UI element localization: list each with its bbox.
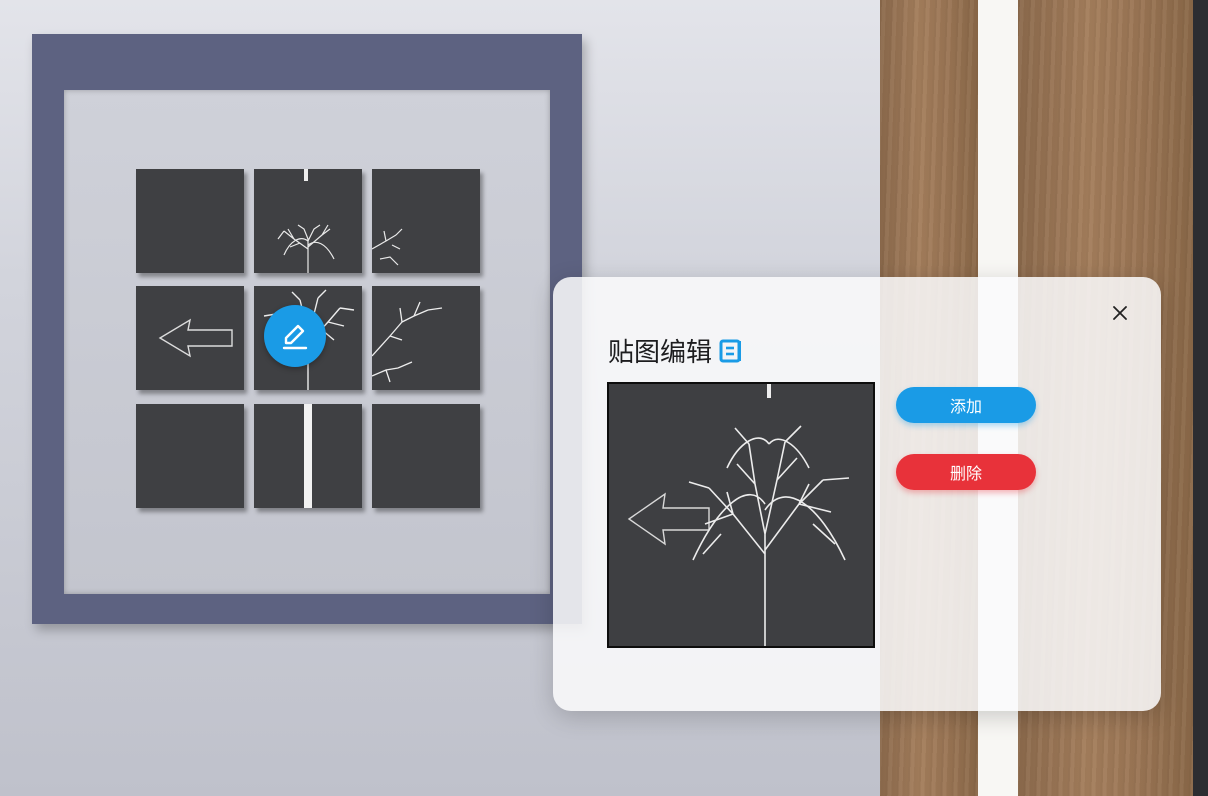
sticker-edit-panel: 贴图编辑 添加 删除 [553,277,1161,711]
tile[interactable] [136,286,244,390]
tile[interactable] [254,404,362,508]
document-icon [719,339,742,362]
tile[interactable] [372,286,480,390]
tree-preview-image [627,384,850,646]
delete-button-label: 删除 [949,464,982,483]
tree-image [372,301,443,383]
pencil-icon [282,324,308,350]
tile[interactable] [372,169,480,273]
add-button[interactable]: 添加 [896,387,1036,423]
tile[interactable] [372,404,480,508]
tile[interactable] [136,169,244,273]
tree-image [277,169,335,273]
close-icon [1113,306,1127,320]
tree-trunk-image [304,404,312,508]
add-button-label: 添加 [949,397,982,416]
tile[interactable] [136,404,244,508]
arrow-image [158,318,233,358]
tile-grid[interactable] [102,134,480,508]
panel-title: 贴图编辑 [608,332,744,369]
panel-title-text: 贴图编辑 [608,338,713,368]
dark-edge [1193,0,1208,796]
edit-button[interactable] [264,305,326,367]
tile[interactable] [254,169,362,273]
delete-button[interactable]: 删除 [896,454,1036,490]
tree-image [372,228,403,266]
sticker-preview [607,382,875,648]
close-button[interactable] [1108,301,1132,325]
3d-scene[interactable]: 贴图编辑 添加 删除 [0,0,1208,796]
